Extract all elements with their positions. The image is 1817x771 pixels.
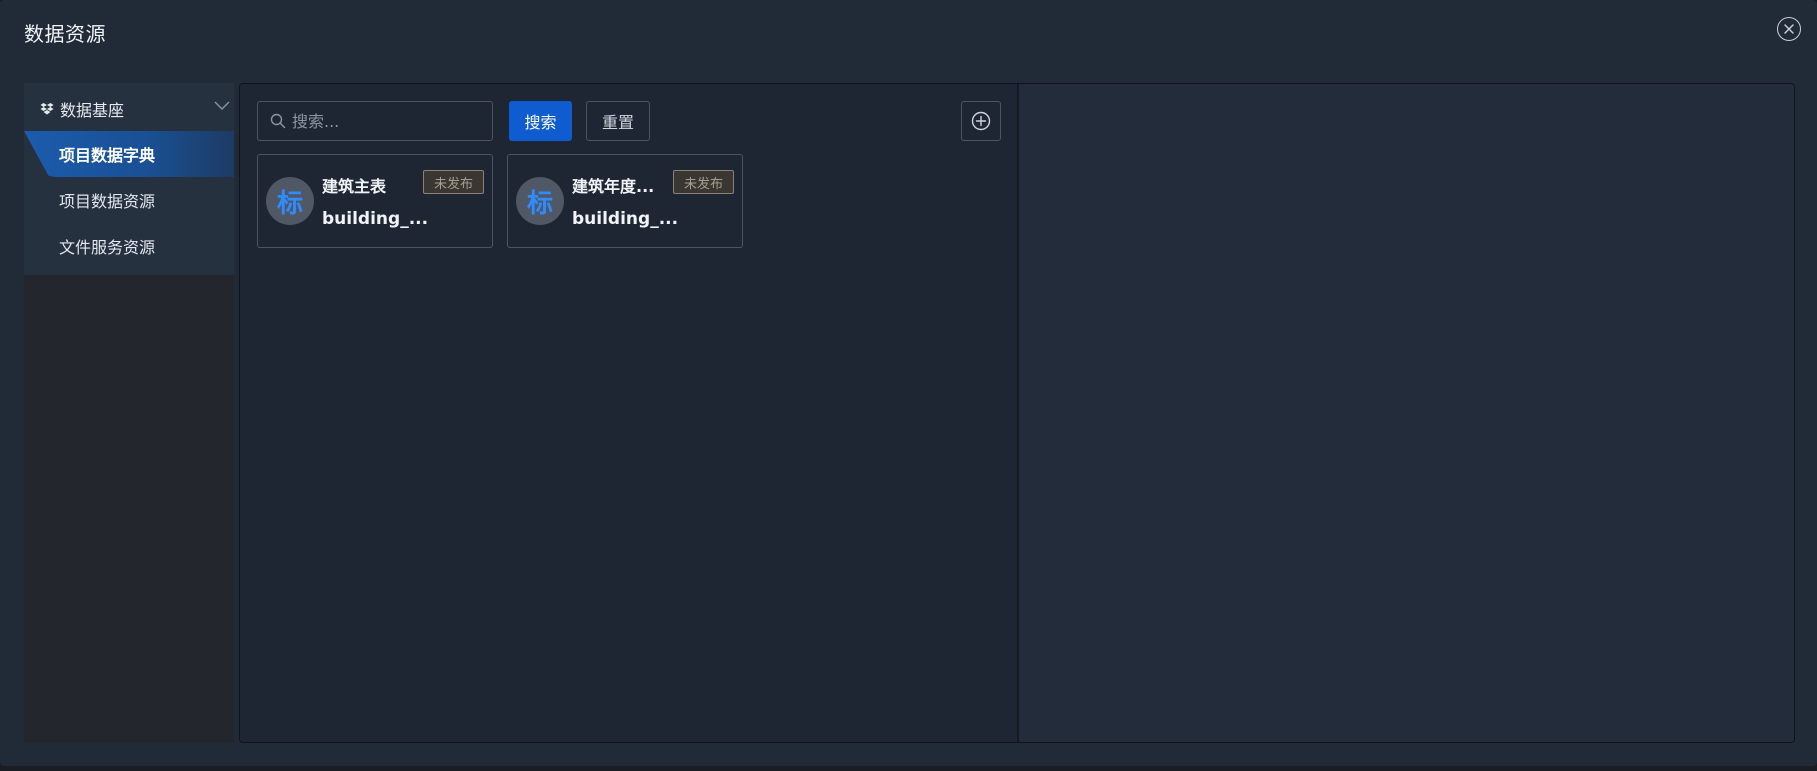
close-circle-icon — [1784, 24, 1794, 34]
avatar: 标 — [266, 177, 314, 225]
card-list-pane: 搜索 重置 标 建筑主表 building_... 未发布 标 建筑年度... … — [240, 84, 1017, 742]
search-box[interactable] — [257, 101, 493, 141]
sidebar-empty-area — [24, 275, 234, 743]
sidebar-group-data-base[interactable]: 数据基座 — [40, 97, 230, 121]
sidebar-group-label: 数据基座 — [60, 101, 125, 120]
search-icon — [270, 113, 286, 129]
resource-card[interactable]: 标 建筑年度... building_... 未发布 — [507, 154, 743, 248]
sidebar-item-project-data-dictionary[interactable]: 项目数据字典 — [24, 131, 234, 177]
data-resources-dialog: 数据资源 数据基座 项目数据字典 项目数据资源 文件服务资源 搜索... 搜索 … — [0, 0, 1817, 766]
search-input[interactable] — [292, 111, 482, 131]
close-button[interactable] — [1777, 17, 1801, 41]
dialog-title: 数据资源 — [24, 22, 106, 46]
avatar: 标 — [516, 177, 564, 225]
status-badge: 未发布 — [672, 170, 734, 194]
sidebar-item-label: 项目数据资源 — [59, 192, 156, 211]
sidebar: 数据基座 项目数据字典 项目数据资源 文件服务资源 — [24, 83, 234, 743]
sidebar-menu: 数据基座 项目数据字典 项目数据资源 文件服务资源 — [24, 83, 234, 275]
sidebar-item-label: 文件服务资源 — [59, 238, 156, 257]
chevron-down-icon[interactable] — [214, 101, 230, 111]
dropbox-icon — [40, 103, 54, 115]
plus-circle-icon — [971, 111, 991, 131]
resource-card[interactable]: 标 建筑主表 building_... 未发布 — [257, 154, 493, 248]
reset-button[interactable]: 重置 — [586, 101, 650, 141]
sidebar-item-project-data-resources[interactable]: 项目数据资源 — [24, 177, 234, 223]
sidebar-item-file-service-resources[interactable]: 文件服务资源 — [24, 223, 234, 269]
add-button[interactable] — [961, 101, 1001, 141]
card-name: 建筑主表 — [322, 177, 387, 196]
status-badge: 未发布 — [422, 170, 484, 194]
card-code: building_... — [322, 209, 429, 229]
search-button[interactable]: 搜索 — [509, 101, 572, 141]
card-name: 建筑年度... — [572, 177, 655, 196]
detail-pane — [1019, 84, 1794, 742]
card-code: building_... — [572, 209, 679, 229]
main-panel: 搜索 重置 标 建筑主表 building_... 未发布 标 建筑年度... … — [239, 83, 1795, 743]
sidebar-item-label: 项目数据字典 — [59, 146, 156, 165]
